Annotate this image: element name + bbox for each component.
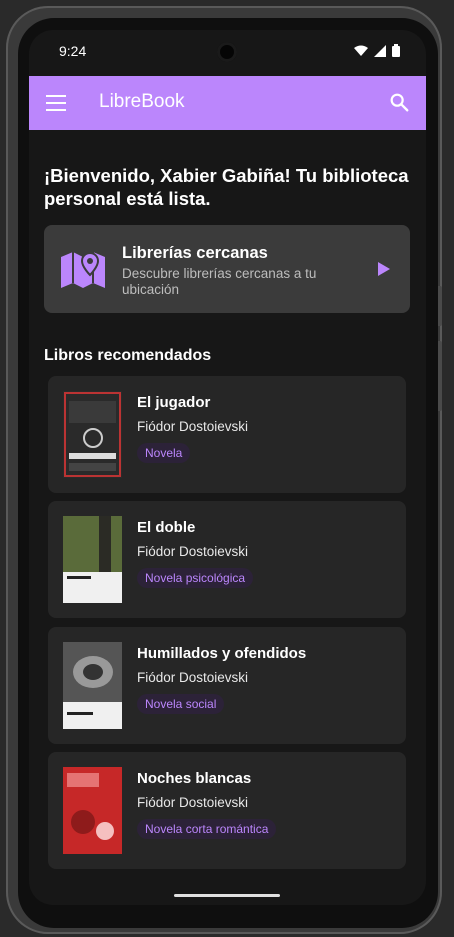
book-cover-el-doble <box>63 516 122 603</box>
book-card[interactable]: El doble Fiódor Dostoievski Novela psico… <box>48 501 406 618</box>
book-author: Fiódor Dostoievski <box>137 795 249 810</box>
book-title: El doble <box>137 519 196 536</box>
book-cover-el-jugador <box>63 391 122 478</box>
book-genre-tag: Novela <box>137 443 191 463</box>
app-bar: LibreBook <box>29 76 426 130</box>
book-author: Fiódor Dostoievski <box>137 544 249 559</box>
home-indicator[interactable] <box>174 894 280 897</box>
book-author: Fiódor Dostoievski <box>137 419 249 434</box>
play-icon[interactable] <box>378 262 390 276</box>
book-author: Fiódor Dostoievski <box>137 670 249 685</box>
app-title: LibreBook <box>99 91 185 112</box>
book-title: Noches blancas <box>137 770 252 787</box>
nearby-title: Librerías cercanas <box>122 244 268 262</box>
app-screen: 9:24 LibreBook ¡Bienvenido, Xabier Gabiñ… <box>29 30 426 905</box>
book-title: El jugador <box>137 394 211 411</box>
nearby-bookstores-card[interactable]: Librerías cercanas Descubre librerías ce… <box>44 225 410 313</box>
book-card[interactable]: Noches blancas Fiódor Dostoievski Novela… <box>48 752 406 869</box>
status-time: 9:24 <box>59 43 87 59</box>
book-card[interactable]: El jugador Fiódor Dostoievski Novela <box>48 376 406 493</box>
battery-icon <box>392 44 400 57</box>
menu-icon[interactable] <box>46 95 66 111</box>
book-genre-tag: Novela corta romántica <box>137 819 277 839</box>
book-cover-noches-blancas <box>63 767 122 854</box>
book-card[interactable]: Humillados y ofendidos Fiódor Dostoievsk… <box>48 627 406 744</box>
book-genre-tag: Novela social <box>137 694 225 714</box>
book-genre-tag: Novela psicológica <box>137 568 254 588</box>
book-title: Humillados y ofendidos <box>137 645 307 662</box>
welcome-message: ¡Bienvenido, Xabier Gabiña! Tu bibliotec… <box>44 165 409 209</box>
signal-icon <box>374 44 386 57</box>
recommended-section-title: Libros recomendados <box>44 347 212 364</box>
map-icon <box>61 251 105 288</box>
front-camera <box>217 42 237 62</box>
status-bar: 9:24 <box>29 30 426 76</box>
book-cover-humillados-y-ofendidos <box>63 642 122 729</box>
search-icon[interactable] <box>388 91 410 113</box>
wifi-icon <box>354 45 368 56</box>
status-icons <box>354 44 400 57</box>
nearby-subtitle: Descubre librerías cercanas a tu ubicaci… <box>122 266 317 297</box>
